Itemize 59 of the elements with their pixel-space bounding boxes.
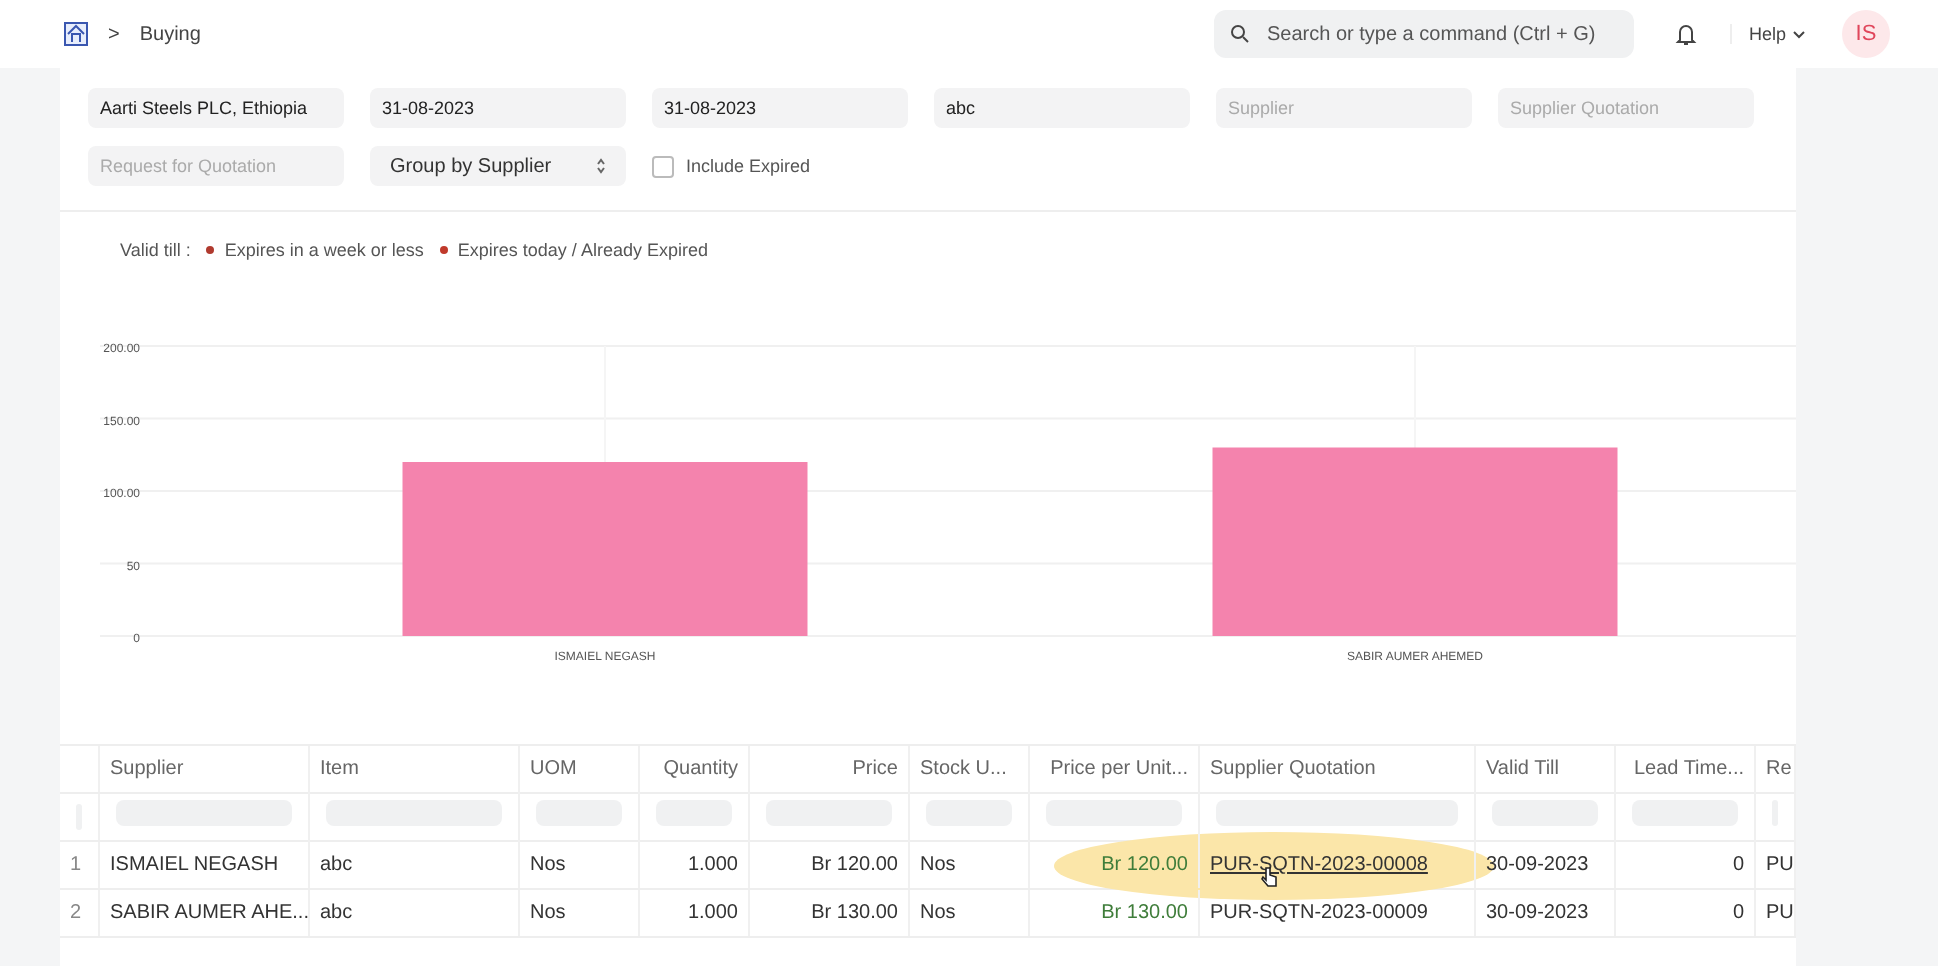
breadcrumb-separator: > — [108, 23, 120, 45]
quotation-link[interactable]: PUR-SQTN-2023-00009 — [1210, 902, 1428, 924]
checkbox[interactable] — [652, 155, 674, 177]
filter-field[interactable]: abc — [934, 88, 1190, 128]
table-cell: abc — [310, 890, 520, 936]
table-cell: Br 130.00 — [750, 890, 910, 936]
table-cell: PU — [1756, 842, 1796, 888]
group-by-select[interactable]: Group by Supplier — [370, 146, 626, 186]
row-number: 2 — [60, 890, 100, 936]
breadcrumb-link[interactable]: Buying — [139, 23, 201, 45]
legend-text: Expires today / Already Expired — [457, 240, 708, 260]
table-cell: 0 — [1616, 890, 1756, 936]
column-header[interactable]: Quantity — [640, 746, 750, 792]
filter-field[interactable]: Aarti Steels PLC, Ethiopia — [88, 88, 344, 128]
search-input[interactable]: Search or type a command (Ctrl + G) — [1262, 21, 1619, 47]
table-cell: Nos — [520, 890, 640, 936]
search-field[interactable]: Search or type a command (Ctrl + G) — [1214, 10, 1635, 58]
bell-icon[interactable] — [1674, 22, 1699, 46]
table-cell: 1.000 — [640, 842, 750, 888]
table-cell: Br 130.00 — [1030, 890, 1200, 936]
sort-icon — [596, 158, 606, 174]
user-avatar[interactable]: IS — [1842, 10, 1890, 58]
column-header[interactable]: Stock U... — [910, 746, 1030, 792]
help-menu[interactable]: Help — [1730, 24, 1822, 44]
table-cell: PU — [1756, 890, 1796, 936]
table-cell: 0 — [1616, 842, 1756, 888]
table-cell: Br 120.00 — [1030, 842, 1200, 888]
filter-field[interactable]: 31-08-2023 — [652, 88, 908, 128]
table-cell: Br 120.00 — [750, 842, 910, 888]
column-header[interactable]: Lead Time... — [1616, 746, 1756, 792]
table-cell: Nos — [910, 890, 1030, 936]
column-header[interactable]: Supplier — [100, 746, 310, 792]
chevron-down-icon — [1792, 29, 1806, 39]
table-cell: Nos — [910, 842, 1030, 888]
filter-field[interactable]: Supplier — [1216, 88, 1472, 128]
row-number: 1 — [60, 842, 100, 888]
table-cell: 30-09-2023 — [1476, 890, 1616, 936]
quotation-link[interactable]: PUR-SQTN-2023-00008 — [1210, 854, 1428, 876]
filter-field[interactable]: 31-08-2023 — [370, 88, 626, 128]
column-header[interactable]: Item — [310, 746, 520, 792]
filter-field[interactable]: Supplier Quotation — [1498, 88, 1754, 128]
column-header[interactable]: UOM — [520, 746, 640, 792]
legend-label: Valid till : — [120, 240, 191, 260]
table-cell: SABIR AUMER AHE... — [100, 890, 310, 936]
table-cell: 30-09-2023 — [1476, 842, 1616, 888]
column-header[interactable]: Re — [1756, 746, 1796, 792]
search-icon — [1230, 24, 1251, 44]
filter-field[interactable]: Request for Quotation — [88, 146, 344, 186]
column-header[interactable]: Supplier Quotation — [1200, 746, 1476, 792]
logo-icon[interactable] — [64, 22, 88, 46]
column-header[interactable]: Price per Unit... — [1030, 746, 1200, 792]
table-cell: Nos — [520, 842, 640, 888]
checkbox-label: Include Expired — [686, 156, 811, 176]
column-header[interactable]: Price — [750, 746, 910, 792]
table-cell: ISMAIEL NEGASH — [100, 842, 310, 888]
column-header[interactable]: Valid Till — [1476, 746, 1616, 792]
legend-text: Expires in a week or less — [224, 240, 424, 260]
table-cell: abc — [310, 842, 520, 888]
table-cell: 1.000 — [640, 890, 750, 936]
